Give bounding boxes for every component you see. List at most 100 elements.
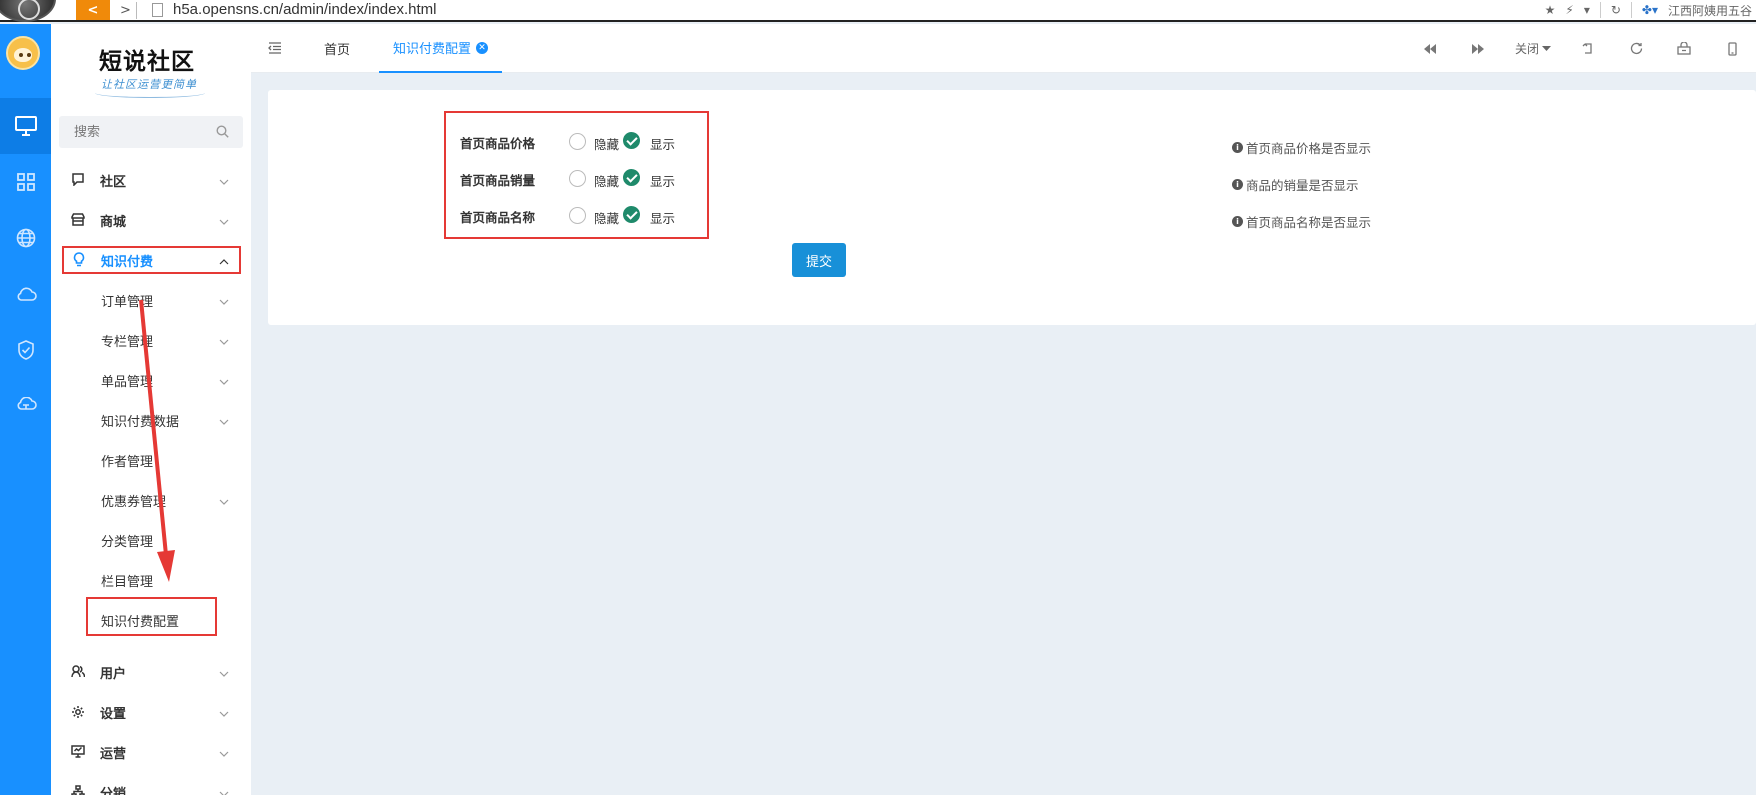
hint-text: 商品的销量是否显示 (1246, 178, 1359, 193)
submenu-item-single-products[interactable]: 单品管理 (51, 362, 251, 396)
avatar-eye (19, 53, 23, 57)
chevron-down-icon (219, 494, 229, 509)
chevron-down-icon (219, 414, 229, 429)
page-icon (152, 3, 163, 17)
sitemap-icon (71, 785, 85, 795)
browser-actions: ★ ⚡ ▾ ↻ ✤▾ 江西阿姨用五谷 (1545, 0, 1756, 20)
lightning-icon[interactable]: ⚡ (1565, 3, 1573, 17)
rail-cloud-network-icon[interactable] (0, 378, 51, 434)
brand-swoosh (95, 88, 205, 98)
chevron-down-icon (219, 374, 229, 389)
chat-icon (71, 173, 85, 190)
chevron-down-icon (219, 214, 229, 229)
menu-item-users[interactable]: 用户 (51, 654, 251, 688)
dropdown-arrow-icon[interactable]: ▾ (1584, 3, 1590, 17)
chevron-down-icon (219, 174, 229, 189)
collapse-menu-icon[interactable] (268, 42, 282, 58)
hint-sales: i 商品的销量是否显示 (1232, 175, 1359, 194)
menu-item-label: 运营 (100, 747, 127, 762)
refresh-icon[interactable]: ↻ (1611, 3, 1621, 17)
chevron-down-icon (219, 334, 229, 349)
submenu-item-label: 订单管理 (101, 295, 154, 310)
menu-item-label: 商城 (100, 215, 127, 230)
menu-item-label: 社区 (100, 175, 127, 190)
hint-price: i 首页商品价格是否显示 (1232, 138, 1371, 157)
menu-item-label: 用户 (100, 667, 127, 682)
info-icon: i (1232, 179, 1243, 190)
submit-button[interactable]: 提交 (792, 243, 846, 277)
annotation-box-submenu (86, 597, 217, 636)
rail-monitor-icon[interactable] (0, 98, 51, 154)
tab-active-label: 知识付费配置 (393, 42, 472, 57)
side-menu: 短说社区 让社区运营更简单 社区 商城 知识付费 订单管理 专栏管理 单品管理 (51, 24, 251, 795)
refresh-icon[interactable] (1612, 24, 1660, 73)
bookmark-star-icon[interactable]: ★ (1545, 3, 1556, 17)
annotation-box-menu (62, 246, 241, 274)
submenu-item-label: 专栏管理 (101, 335, 154, 350)
back-button[interactable]: < (76, 0, 110, 20)
store-icon (71, 213, 85, 230)
submenu-item-label: 知识付费数据 (101, 415, 180, 430)
forward-button[interactable]: > (120, 0, 131, 20)
menu-search (59, 116, 243, 148)
submenu-item-coupons[interactable]: 优惠券管理 (51, 482, 251, 516)
close-tabs-dropdown[interactable]: 关闭 (1502, 24, 1564, 73)
search-icon[interactable] (216, 125, 229, 142)
submenu-item-orders[interactable]: 订单管理 (51, 282, 251, 316)
menu-item-community[interactable]: 社区 (51, 162, 251, 196)
browser-logo-icon[interactable] (0, 0, 56, 22)
menu-item-mall[interactable]: 商城 (51, 202, 251, 236)
scroll-right-icon[interactable] (1454, 24, 1502, 73)
lock-screen-icon[interactable] (1660, 24, 1708, 73)
caret-down-icon (1542, 46, 1551, 51)
rail-grid-icon[interactable] (0, 154, 51, 210)
submenu-item-label: 优惠券管理 (101, 495, 167, 510)
browser-search-text[interactable]: 江西阿姨用五谷 (1668, 2, 1752, 19)
scroll-left-icon[interactable] (1406, 24, 1454, 73)
info-icon: i (1232, 216, 1243, 227)
tab-home-label: 首页 (324, 43, 351, 58)
hint-text: 首页商品名称是否显示 (1246, 215, 1372, 230)
tab-home[interactable]: 首页 (324, 24, 350, 73)
mobile-preview-icon[interactable] (1708, 24, 1756, 73)
close-tabs-label: 关闭 (1514, 42, 1539, 56)
submenu-item-label: 分类管理 (101, 535, 154, 550)
chevron-down-icon (219, 706, 229, 721)
browser-toolbar: < > h5a.opensns.cn/admin/index/index.htm… (0, 0, 1756, 22)
address-bar[interactable]: h5a.opensns.cn/admin/index/index.html (173, 1, 437, 18)
menu-item-distribution[interactable]: 分销 (51, 774, 251, 795)
avatar[interactable] (6, 36, 40, 70)
submenu-item-categories[interactable]: 分类管理 (51, 522, 251, 556)
submenu-item-label: 栏目管理 (101, 575, 154, 590)
rail-shield-icon[interactable] (0, 322, 51, 378)
menu-item-operations[interactable]: 运营 (51, 734, 251, 768)
chevron-down-icon (219, 666, 229, 681)
submenu-item-label: 单品管理 (101, 375, 154, 390)
menu-item-label: 设置 (100, 707, 127, 722)
rail-globe-icon[interactable] (0, 210, 51, 266)
presentation-icon (71, 745, 85, 762)
submenu-item-knowledge-data[interactable]: 知识付费数据 (51, 402, 251, 436)
chevron-down-icon (219, 294, 229, 309)
rail-cloud-icon[interactable] (0, 266, 51, 322)
brand-title: 短说社区 (99, 48, 195, 75)
submenu-item-authors[interactable]: 作者管理 (51, 442, 251, 476)
back-icon[interactable] (1564, 24, 1612, 73)
submenu-item-columns[interactable]: 专栏管理 (51, 322, 251, 356)
paw-icon[interactable]: ✤▾ (1642, 3, 1658, 17)
avatar-eye (27, 53, 31, 57)
menu-item-settings[interactable]: 设置 (51, 694, 251, 728)
submenu-item-label: 作者管理 (101, 455, 154, 470)
chevron-down-icon (219, 786, 229, 795)
hint-text: 首页商品价格是否显示 (1246, 141, 1372, 156)
close-tab-icon[interactable]: ✕ (476, 41, 489, 54)
tab-bar: 首页 知识付费配置 ✕ 关闭 (251, 24, 1756, 73)
gear-icon (71, 705, 85, 723)
divider (1630, 2, 1632, 18)
tab-knowledge-config[interactable]: 知识付费配置 ✕ (379, 24, 503, 73)
info-icon: i (1232, 142, 1243, 153)
menu-item-label: 分销 (100, 787, 127, 795)
submenu-item-sections[interactable]: 栏目管理 (51, 562, 251, 596)
users-icon (71, 665, 86, 682)
annotation-box-form (444, 111, 709, 239)
